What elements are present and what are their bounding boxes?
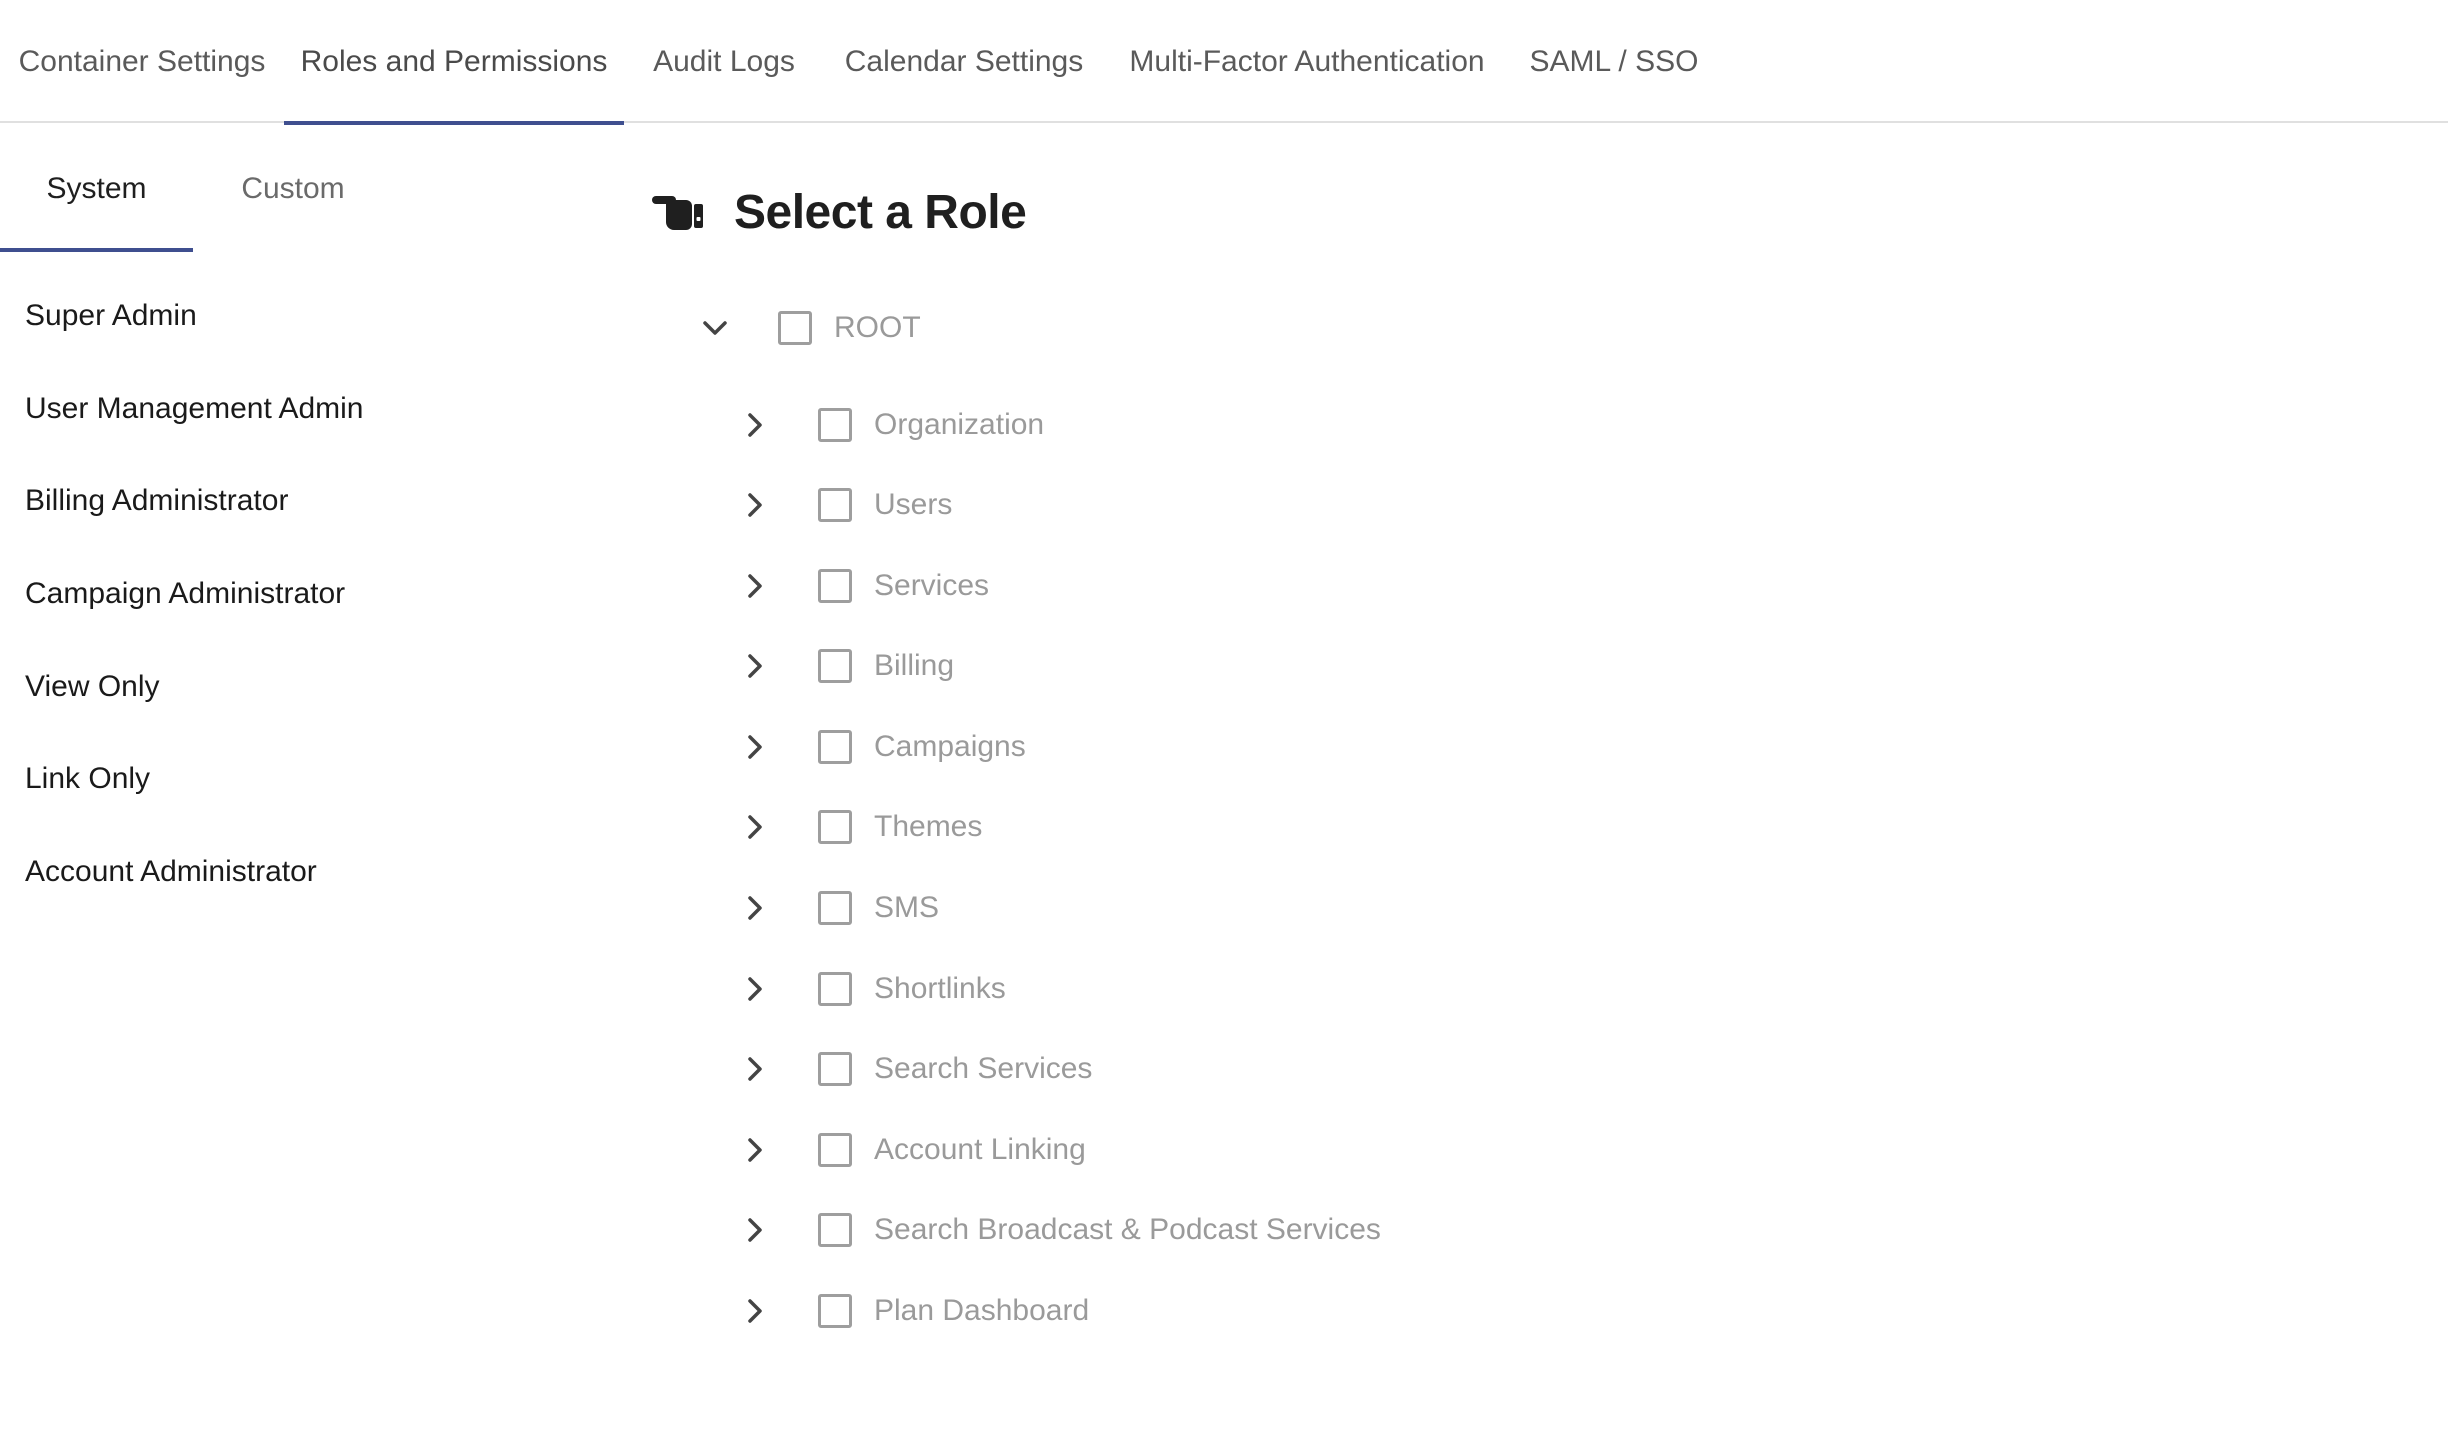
chevron-right-icon[interactable] xyxy=(735,485,775,525)
tree-label: Search Services xyxy=(874,1052,1093,1085)
permission-checkbox[interactable] xyxy=(818,1133,852,1167)
role-item-billing-administrator[interactable]: Billing Administrator xyxy=(0,455,620,548)
permission-checkbox[interactable] xyxy=(818,408,852,442)
chevron-right-icon[interactable] xyxy=(735,405,775,445)
permission-checkbox[interactable] xyxy=(818,569,852,603)
role-item-campaign-administrator[interactable]: Campaign Administrator xyxy=(0,548,620,641)
permission-checkbox[interactable] xyxy=(818,972,852,1006)
tree-row: SMS xyxy=(735,878,939,938)
tree-label: Shortlinks xyxy=(874,972,1006,1005)
tree-row: Services xyxy=(735,556,989,616)
tree-label-root: ROOT xyxy=(834,311,921,344)
chevron-right-icon[interactable] xyxy=(735,1210,775,1250)
permission-checkbox[interactable] xyxy=(818,810,852,844)
role-item-view-only[interactable]: View Only xyxy=(0,640,620,733)
tree-row-root: ROOT xyxy=(695,298,921,358)
tree-label: Plan Dashboard xyxy=(874,1294,1090,1327)
tree-label: Search Broadcast & Podcast Services xyxy=(874,1213,1381,1246)
page-title: Select a Role xyxy=(734,185,1027,239)
tree-label: Billing xyxy=(874,649,955,682)
subtab-custom[interactable]: Custom xyxy=(193,125,393,252)
tree-label: Account Linking xyxy=(874,1133,1086,1166)
tree-row: Organization xyxy=(735,395,1044,455)
permission-checkbox[interactable] xyxy=(818,1052,852,1086)
permission-checkbox[interactable] xyxy=(818,1213,852,1247)
tree-label: Users xyxy=(874,488,953,521)
tree-label: Campaigns xyxy=(874,730,1026,763)
tab-container-settings[interactable]: Container Settings xyxy=(0,0,284,123)
tree-row: Search Broadcast & Podcast Services xyxy=(735,1200,1381,1260)
tab-saml-sso[interactable]: SAML / SSO xyxy=(1520,0,1708,123)
chevron-right-icon[interactable] xyxy=(735,727,775,767)
tree-row: Themes xyxy=(735,797,982,857)
tree-label: Themes xyxy=(874,810,983,843)
tree-row: Billing xyxy=(735,636,954,696)
role-item-user-management-admin[interactable]: User Management Admin xyxy=(0,363,620,456)
tree-row: Users xyxy=(735,475,952,535)
chevron-right-icon[interactable] xyxy=(735,1130,775,1170)
settings-tab-bar: Container Settings Roles and Permissions… xyxy=(0,0,2448,125)
chevron-right-icon[interactable] xyxy=(735,888,775,928)
subtab-system[interactable]: System xyxy=(0,125,193,252)
tree-label: Organization xyxy=(874,408,1045,441)
tree-row: Shortlinks xyxy=(735,959,1006,1019)
role-list: Super Admin User Management Admin Billin… xyxy=(0,270,620,918)
chevron-right-icon[interactable] xyxy=(735,1049,775,1089)
tree-label: SMS xyxy=(874,891,940,924)
chevron-right-icon[interactable] xyxy=(735,1291,775,1331)
permission-checkbox[interactable] xyxy=(818,891,852,925)
role-item-account-administrator[interactable]: Account Administrator xyxy=(0,826,620,919)
tab-audit-logs[interactable]: Audit Logs xyxy=(634,0,814,123)
permission-checkbox[interactable] xyxy=(818,730,852,764)
chevron-right-icon[interactable] xyxy=(735,646,775,686)
select-role-heading: Select a Role xyxy=(652,180,1027,244)
chevron-right-icon[interactable] xyxy=(735,969,775,1009)
permission-checkbox[interactable] xyxy=(818,488,852,522)
chevron-down-icon[interactable] xyxy=(695,308,735,348)
tree-label: Services xyxy=(874,569,990,602)
tab-roles-and-permissions[interactable]: Roles and Permissions xyxy=(284,0,624,125)
chevron-right-icon[interactable] xyxy=(735,566,775,606)
tree-row: Search Services xyxy=(735,1039,1092,1099)
tab-multi-factor-authentication[interactable]: Multi-Factor Authentication xyxy=(1112,0,1502,123)
tree-row: Plan Dashboard xyxy=(735,1281,1089,1341)
permission-checkbox[interactable] xyxy=(818,649,852,683)
root-checkbox[interactable] xyxy=(778,311,812,345)
role-item-super-admin[interactable]: Super Admin xyxy=(0,270,620,363)
permission-checkbox[interactable] xyxy=(818,1294,852,1328)
chevron-right-icon[interactable] xyxy=(735,807,775,847)
tree-row: Account Linking xyxy=(735,1120,1086,1180)
roles-permissions-page: Container Settings Roles and Permissions… xyxy=(0,0,2448,1432)
pointing-hand-icon xyxy=(652,196,703,230)
role-item-link-only[interactable]: Link Only xyxy=(0,733,620,826)
tree-row: Campaigns xyxy=(735,717,1026,777)
tab-calendar-settings[interactable]: Calendar Settings xyxy=(830,0,1098,123)
